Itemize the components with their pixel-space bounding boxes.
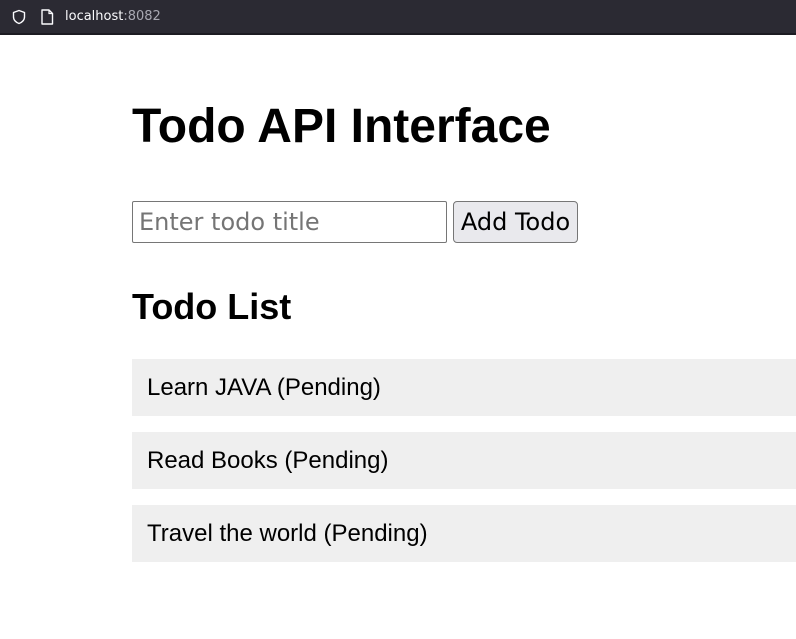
address-bar-url[interactable]: localhost:8082 (65, 8, 161, 26)
todo-item: Learn JAVA (Pending) (132, 359, 796, 416)
todo-title-input[interactable] (132, 201, 447, 243)
shield-icon[interactable] (11, 9, 27, 25)
page-title: Todo API Interface (132, 100, 551, 153)
add-todo-button[interactable]: Add Todo (453, 201, 578, 243)
page-icon (41, 9, 54, 25)
todo-list: Learn JAVA (Pending) Read Books (Pending… (132, 359, 796, 578)
url-host: localhost (65, 9, 124, 24)
todo-list-title: Todo List (132, 286, 292, 327)
todo-item: Read Books (Pending) (132, 432, 796, 489)
todo-item: Travel the world (Pending) (132, 505, 796, 562)
url-port: :8082 (123, 9, 161, 24)
browser-toolbar: localhost:8082 (0, 0, 796, 35)
